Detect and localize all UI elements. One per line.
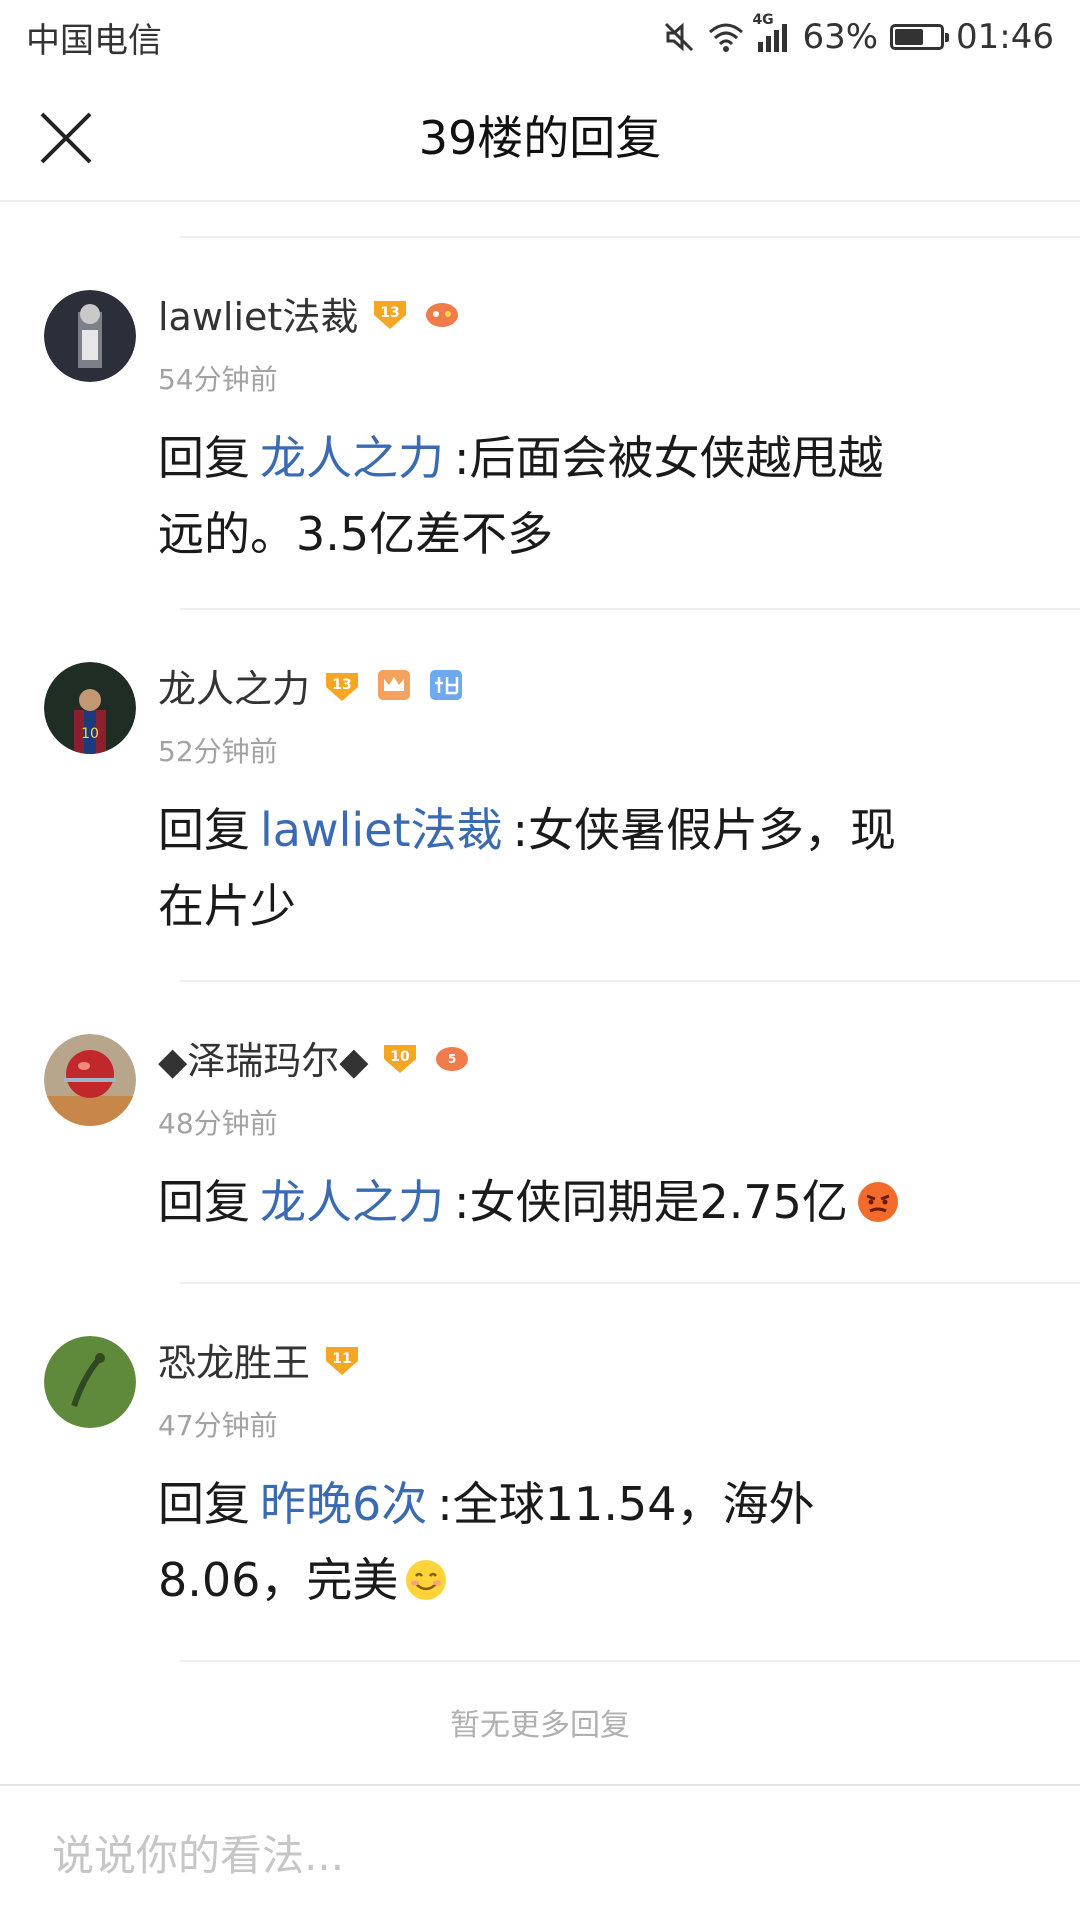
wifi-icon [708, 22, 744, 52]
user-row: ◆泽瑞玛尔◆ 10 5 [158, 982, 1040, 1085]
nav-bar: 39楼的回复 [0, 74, 1080, 202]
user-row: lawliet法裁 13 [158, 238, 1040, 341]
level-number: 11 [332, 1351, 351, 1367]
comment-item[interactable]: ◆泽瑞玛尔◆ 10 5 48分钟前 回复 龙人之力:女侠同期是2.75亿 [0, 982, 1080, 1282]
carrier-label: 中国电信 [26, 20, 162, 61]
comment-content: 回复 昨晚6次:全球11.54，海外 8.06，完美 [158, 1466, 1040, 1660]
comment-content: 回复 龙人之力:女侠同期是2.75亿 [158, 1164, 1040, 1282]
network-type-label: 4G [752, 12, 774, 28]
reply-prefix: 回复 [158, 803, 250, 857]
comment-text-line2: 在片少 [158, 879, 296, 933]
comment-content: 回复 龙人之力:后面会被女侠越甩越 远的。3.5亿差不多 [158, 420, 1040, 608]
user-row: 恐龙胜王 11 [158, 1284, 1040, 1387]
comment-input-bar [0, 1784, 1080, 1920]
svg-text:5: 5 [448, 1052, 456, 1066]
comment-text: :女侠同期是2.75亿 [454, 1175, 848, 1229]
angry-face-emoji-icon [856, 1170, 900, 1246]
comment-item[interactable]: 恐龙胜王 11 47分钟前 回复 昨晚6次:全球11.54，海外 8.06，完美 [0, 1284, 1080, 1660]
comment-text-line2: 远的。3.5亿差不多 [158, 507, 554, 561]
reply-prefix: 回复 [158, 431, 250, 485]
svg-text:10: 10 [81, 726, 99, 742]
level-badge-icon: 10 [380, 1039, 420, 1075]
battery-percent: 63% [802, 17, 879, 57]
game-controller-icon: 5 [432, 1039, 472, 1075]
username[interactable]: lawliet法裁 [158, 286, 358, 341]
avatar[interactable]: 10 [44, 662, 136, 754]
avatar[interactable] [44, 1034, 136, 1126]
level-badge-icon: 13 [322, 667, 362, 703]
reply-to-link[interactable]: 昨晚6次 [260, 1477, 427, 1531]
smile-emoji-icon [404, 1548, 448, 1624]
mute-icon [662, 20, 696, 54]
avatar[interactable] [44, 290, 136, 382]
game-controller-icon [422, 295, 462, 331]
crown-icon [374, 667, 414, 703]
level-number: 13 [332, 677, 351, 693]
username[interactable]: 恐龙胜王 [158, 1332, 310, 1387]
status-bar: 中国电信 4G 63% 01:46 [0, 0, 1080, 74]
comment-content: 回复 lawliet法裁:女侠暑假片多，现 在片少 [158, 792, 1040, 980]
comment-list: lawliet法裁 13 54分钟前 回复 龙人之力:后面会被女侠越甩越 远的。3… [0, 236, 1080, 1662]
signal-icon: 4G [752, 12, 790, 52]
divider [180, 1660, 1080, 1662]
comment-text: :后面会被女侠越甩越 [454, 431, 884, 485]
reply-prefix: 回复 [158, 1175, 250, 1229]
reply-to-link[interactable]: lawliet法裁 [260, 803, 503, 857]
comment-item[interactable]: lawliet法裁 13 54分钟前 回复 龙人之力:后面会被女侠越甩越 远的。3… [0, 238, 1080, 608]
comment-item[interactable]: 10 龙人之力 13 52分钟前 回复 lawliet法裁:女侠暑假片多，现 在片… [0, 610, 1080, 980]
level-number: 13 [381, 305, 400, 321]
comment-input[interactable] [50, 1824, 1034, 1886]
clock: 01:46 [956, 17, 1054, 57]
comment-text: :全球11.54，海外 [437, 1477, 815, 1531]
comment-time: 54分钟前 [158, 363, 278, 396]
comment-text: :女侠暑假片多，现 [512, 803, 897, 857]
user-row: 龙人之力 13 [158, 610, 1040, 713]
username[interactable]: 龙人之力 [158, 658, 310, 713]
level-badge-icon: 13 [370, 295, 410, 331]
page-title: 39楼的回复 [418, 111, 662, 165]
comment-time: 47分钟前 [158, 1409, 278, 1442]
reply-to-link[interactable]: 龙人之力 [260, 431, 444, 485]
god-badge-icon [426, 667, 466, 703]
status-icons: 4G 63% 01:46 [662, 12, 1054, 57]
level-badge-icon: 11 [322, 1341, 362, 1377]
level-number: 10 [391, 1049, 411, 1065]
username[interactable]: ◆泽瑞玛尔◆ [158, 1030, 368, 1085]
comment-time: 52分钟前 [158, 735, 278, 768]
avatar[interactable] [44, 1336, 136, 1428]
battery-fill [895, 29, 924, 45]
comment-text-line2: 8.06，完美 [158, 1553, 399, 1607]
battery-icon [890, 24, 950, 50]
no-more-replies-label: 暂无更多回复 [450, 1708, 630, 1743]
reply-to-link[interactable]: 龙人之力 [260, 1175, 444, 1229]
reply-prefix: 回复 [158, 1477, 250, 1531]
comment-time: 48分钟前 [158, 1107, 278, 1140]
